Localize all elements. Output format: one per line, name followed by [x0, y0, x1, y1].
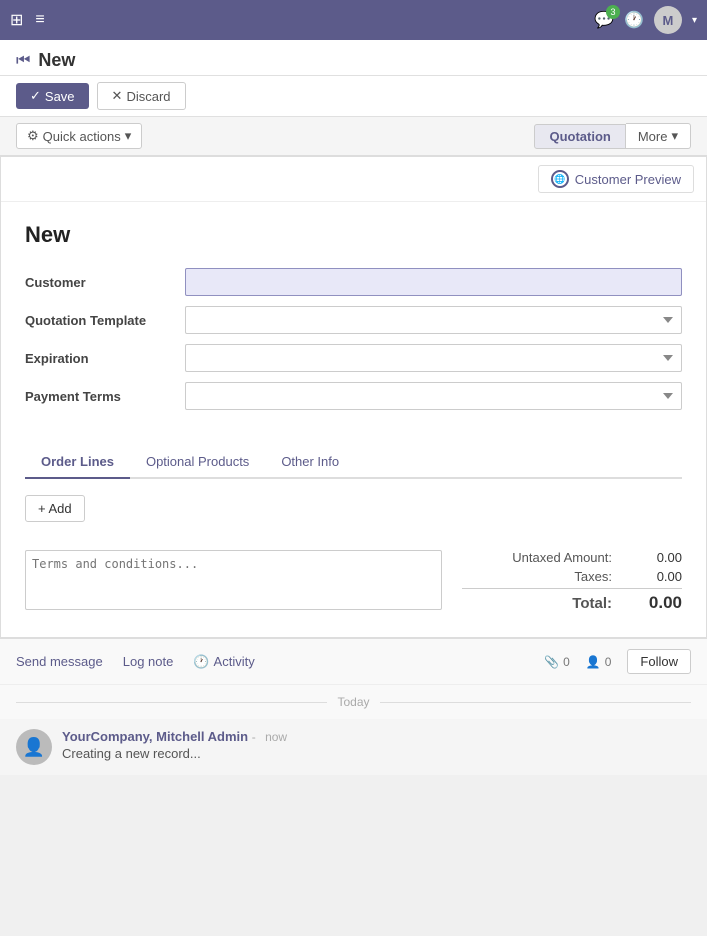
quick-actions-button[interactable]: ⚙ Quick actions ▾	[16, 123, 142, 149]
save-button[interactable]: ✓ Save	[16, 83, 89, 109]
paperclip-icon: 📎	[544, 655, 559, 669]
customer-input[interactable]	[185, 268, 682, 296]
action-bar: ✓ Save ✕ Discard	[0, 76, 707, 117]
grid-icon[interactable]: ⊞	[10, 10, 23, 30]
bottom-section: Untaxed Amount: 0.00 Taxes: 0.00 Total: …	[1, 538, 706, 637]
dropdown-icon: ▾	[125, 128, 132, 144]
form-area: New Customer Quotation Template Expirati…	[1, 202, 706, 430]
total-label: Total:	[572, 595, 612, 612]
payment-terms-select[interactable]	[185, 382, 682, 410]
expiration-select[interactable]	[185, 344, 682, 372]
customer-row: Customer	[25, 268, 682, 296]
check-icon: ✓	[30, 88, 41, 104]
tab-optional-products[interactable]: Optional Products	[130, 446, 265, 479]
customer-preview-button[interactable]: 🌐 Customer Preview	[538, 165, 694, 193]
discard-button[interactable]: ✕ Discard	[97, 82, 186, 110]
followers-icon: 👤	[586, 655, 601, 669]
topbar: ⊞ ≡ 💬 3 🕐 M ▾	[0, 0, 707, 40]
add-button[interactable]: + Add	[25, 495, 85, 522]
form-title: New	[25, 222, 682, 248]
chatter-actions: Send message Log note 🕐 Activity 📎 0 👤 0…	[0, 639, 707, 685]
tabs-bar: Order Lines Optional Products Other Info	[25, 446, 682, 479]
more-button[interactable]: More ▾	[626, 123, 691, 149]
quotation-template-row: Quotation Template	[25, 306, 682, 334]
log-avatar: 👤	[16, 729, 52, 765]
customer-preview-bar: 🌐 Customer Preview	[1, 157, 706, 202]
log-time: now	[265, 730, 287, 744]
main-content: 🌐 Customer Preview New Customer Quotatio…	[0, 156, 707, 638]
payment-terms-label: Payment Terms	[25, 389, 185, 404]
untaxed-label: Untaxed Amount:	[512, 550, 612, 565]
totals-section: Untaxed Amount: 0.00 Taxes: 0.00 Total: …	[462, 550, 682, 617]
notification-bell[interactable]: 💬 3	[594, 10, 614, 30]
send-message-button[interactable]: Send message	[16, 654, 103, 669]
toolbar: ⚙ Quick actions ▾ Quotation More ▾	[0, 117, 707, 156]
toolbar-left: ⚙ Quick actions ▾	[16, 123, 142, 149]
followers-count[interactable]: 👤 0	[586, 655, 612, 669]
more-dropdown-icon: ▾	[671, 128, 678, 144]
page-title: New	[38, 50, 75, 71]
toolbar-right: Quotation More ▾	[534, 123, 691, 149]
quotation-template-label: Quotation Template	[25, 313, 185, 328]
notification-count: 3	[606, 5, 620, 19]
quotation-button[interactable]: Quotation	[534, 124, 625, 149]
log-author: YourCompany, Mitchell Admin	[62, 729, 248, 744]
chatter-right: 📎 0 👤 0 Follow	[544, 649, 691, 674]
x-icon: ✕	[112, 88, 123, 104]
topbar-right: 💬 3 🕐 M ▾	[594, 6, 697, 34]
log-header: YourCompany, Mitchell Admin - now	[62, 729, 691, 744]
untaxed-value: 0.00	[632, 550, 682, 565]
expiration-label: Expiration	[25, 351, 185, 366]
quotation-template-select[interactable]	[185, 306, 682, 334]
tab-order-lines[interactable]: Order Lines	[25, 446, 130, 479]
topbar-left: ⊞ ≡	[10, 10, 45, 30]
follow-button[interactable]: Follow	[627, 649, 691, 674]
log-body: YourCompany, Mitchell Admin - now Creati…	[62, 729, 691, 765]
total-row: Total: 0.00	[462, 588, 682, 613]
today-divider: Today	[0, 685, 707, 719]
log-entry: 👤 YourCompany, Mitchell Admin - now Crea…	[0, 719, 707, 775]
customer-label: Customer	[25, 275, 185, 290]
taxes-label: Taxes:	[574, 569, 612, 584]
payment-terms-row: Payment Terms	[25, 382, 682, 410]
attachments-count[interactable]: 📎 0	[544, 655, 570, 669]
taxes-value: 0.00	[632, 569, 682, 584]
log-message: Creating a new record...	[62, 746, 691, 761]
globe-icon: 🌐	[551, 170, 569, 188]
avatar[interactable]: M	[654, 6, 682, 34]
gear-icon: ⚙	[27, 128, 39, 144]
back-arrow-icon[interactable]: ⏮	[16, 52, 30, 70]
chatter: Send message Log note 🕐 Activity 📎 0 👤 0…	[0, 638, 707, 775]
avatar-dropdown-icon[interactable]: ▾	[692, 15, 697, 26]
clock-icon[interactable]: 🕐	[624, 10, 644, 30]
total-value: 0.00	[632, 593, 682, 613]
taxes-row: Taxes: 0.00	[462, 569, 682, 584]
tab-content: + Add	[1, 479, 706, 538]
expiration-row: Expiration	[25, 344, 682, 372]
terms-textarea[interactable]	[25, 550, 442, 610]
tab-other-info[interactable]: Other Info	[265, 446, 355, 479]
terms-box	[25, 550, 442, 613]
log-note-button[interactable]: Log note	[123, 654, 174, 669]
hamburger-menu-icon[interactable]: ≡	[35, 11, 44, 29]
activity-clock-icon: 🕐	[193, 654, 209, 670]
untaxed-row: Untaxed Amount: 0.00	[462, 550, 682, 565]
page-header: ⏮ New	[0, 40, 707, 76]
activity-button[interactable]: 🕐 Activity	[193, 654, 254, 670]
log-separator: -	[252, 730, 259, 744]
